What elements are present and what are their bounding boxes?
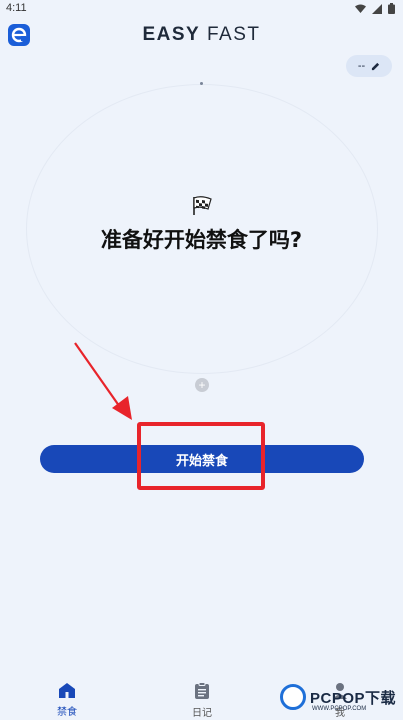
ring-top-marker [200,82,203,85]
annotation-highlight-box [137,422,265,490]
wifi-icon [355,4,366,13]
signal-icon [372,3,382,14]
ready-prompt: 准备好开始禁食了吗? [100,228,303,252]
status-time: 4:11 [6,2,27,14]
status-icons [355,3,395,14]
watermark-brand: PCPOP下载 [310,690,397,707]
nav-label-diary: 日记 [192,708,212,719]
edit-goal-chip[interactable]: -- [346,55,392,77]
app-title-light: FAST [207,24,261,45]
add-icon[interactable]: + [195,378,209,392]
app-header: EASY FAST [0,20,403,50]
battery-icon [388,3,395,14]
checkered-flag-icon [193,196,212,215]
status-bar: 4:11 [0,0,403,18]
site-watermark: PCPOP下载 WWW.PCPOP.COM [280,684,403,720]
annotation-arrow [74,342,132,420]
edit-chip-value: -- [357,60,366,72]
nav-item-diary[interactable]: 日记 [172,682,232,719]
watermark-logo-icon [280,684,306,710]
pencil-icon [372,62,380,70]
home-icon [59,683,75,698]
app-title-bold: EASY [142,24,201,45]
clipboard-icon [195,682,209,699]
app-title: EASY FAST [0,24,403,46]
watermark-url: WWW.PCPOP.COM [312,706,367,712]
nav-item-fasting[interactable]: 禁食 [37,682,97,718]
nav-label-fasting: 禁食 [57,707,77,718]
